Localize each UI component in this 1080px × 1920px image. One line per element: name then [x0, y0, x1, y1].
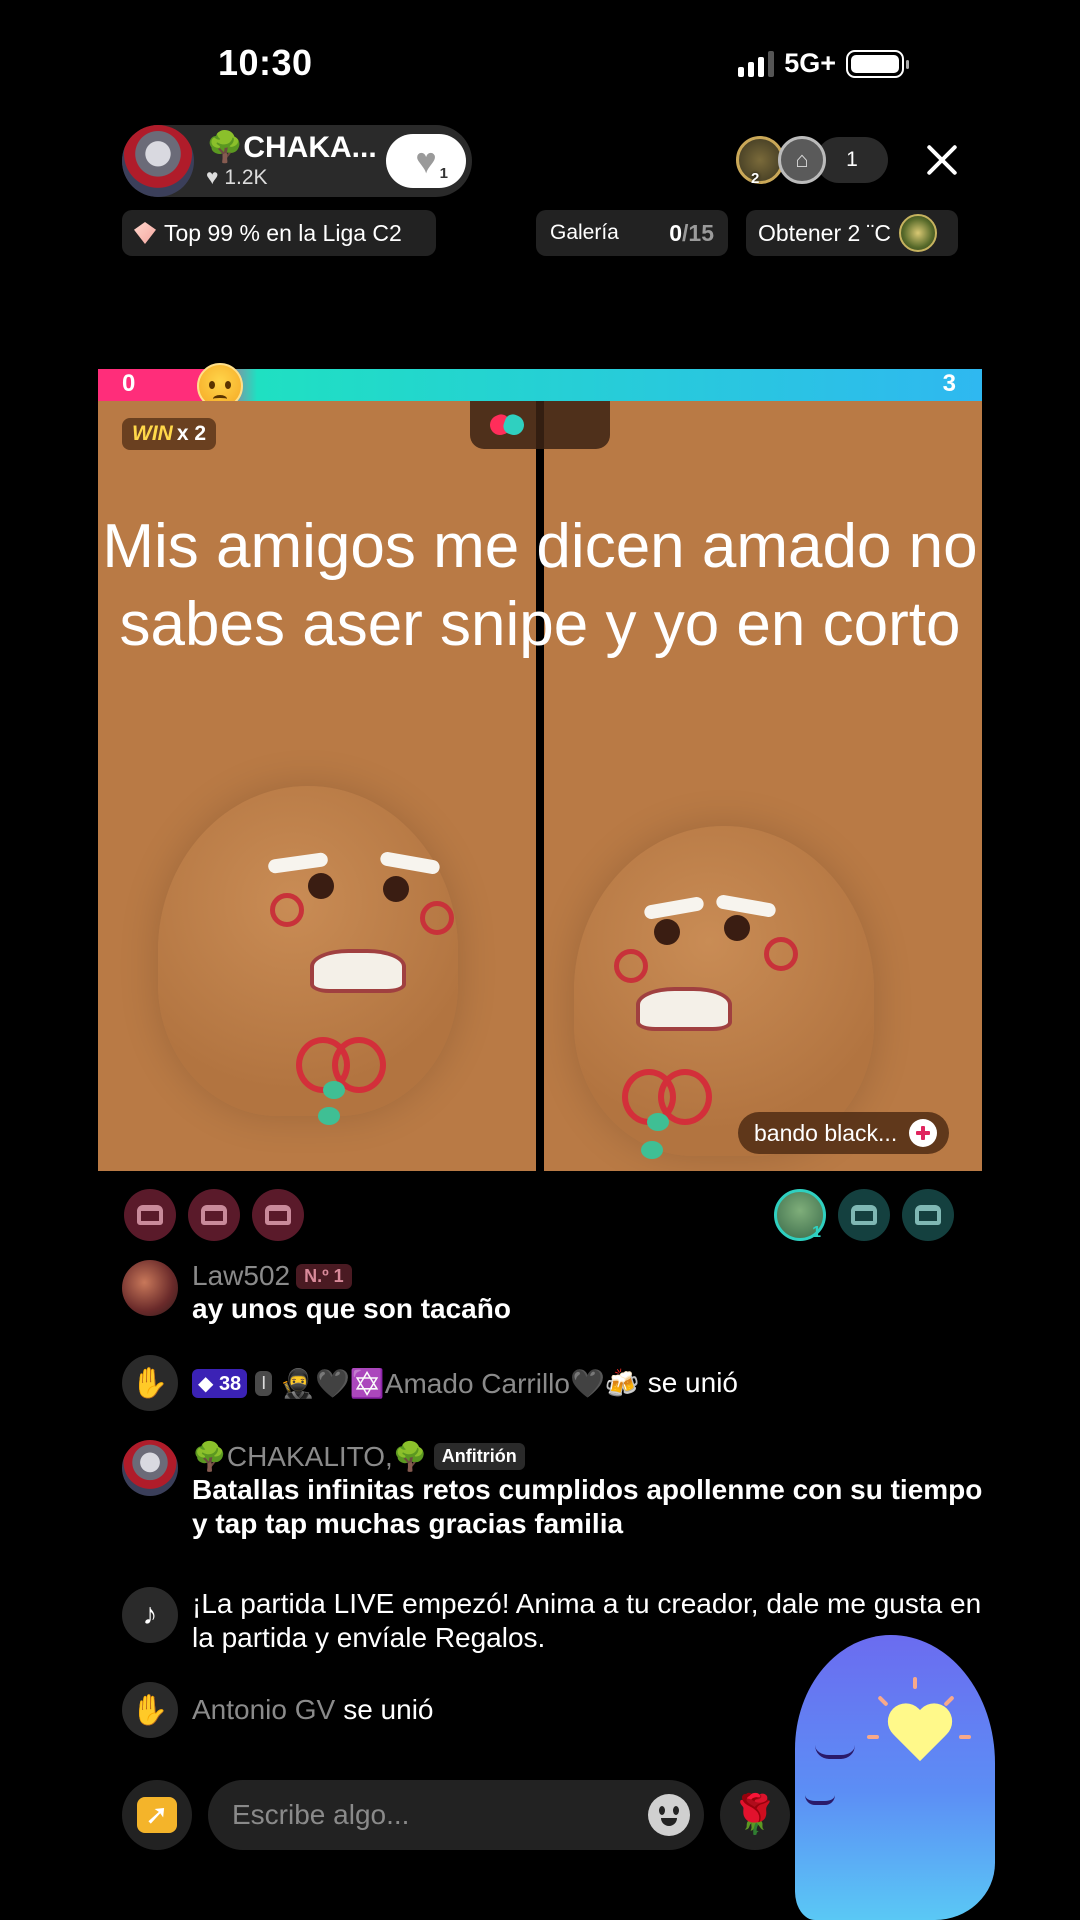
join-text: se unió	[647, 1367, 738, 1398]
video-caption: Mis amigos me dicen amado no sabes aser …	[102, 512, 978, 659]
tiktok-icon: ♪	[122, 1587, 178, 1643]
wave-icon: ✋	[122, 1355, 178, 1411]
emoji-icon[interactable]	[648, 1794, 690, 1836]
seat-right-guest-avatar[interactable]: 1	[774, 1189, 826, 1241]
seat-icon	[851, 1205, 877, 1225]
heart-icon	[885, 1705, 955, 1767]
guest-name-tag[interactable]: bando black...	[738, 1112, 950, 1154]
mindful-head-sticker	[785, 1635, 1000, 1920]
join-text: se unió	[343, 1694, 434, 1725]
chat-text: ay unos que son tacaño	[192, 1293, 511, 1324]
chat-message[interactable]: Law502 N.º 1 ay unos que son tacaño	[122, 1260, 511, 1326]
gallery-count: 0/15	[669, 219, 714, 246]
follow-count: 1	[439, 165, 448, 182]
win-label: WIN	[132, 422, 173, 445]
avatar[interactable]	[122, 1440, 178, 1496]
seat-icon	[137, 1205, 163, 1225]
status-time: 10:30	[218, 42, 313, 83]
battle-center-box[interactable]	[470, 401, 610, 449]
obtain-chip[interactable]: Obtener 2 ¨C	[746, 210, 958, 256]
viewer-avatar[interactable]: 2	[736, 136, 784, 187]
chat-username[interactable]: Antonio GV	[192, 1694, 335, 1726]
chat-username[interactable]: 🌳CHAKALITO,🌳	[192, 1440, 428, 1473]
status-indicators: 5G+	[738, 48, 909, 79]
heart-icon: ♥	[415, 140, 437, 181]
chat-username[interactable]: Law502	[192, 1260, 290, 1292]
shield-badge: I	[255, 1370, 273, 1396]
plus-icon[interactable]	[909, 1119, 938, 1147]
chat-username[interactable]: 🥷🖤✡️Amado Carrillo🖤🍻	[280, 1367, 640, 1400]
right-score: 3	[942, 370, 956, 397]
win-streak-badge: WIN x 2	[122, 418, 217, 450]
level-badge: ◆ 38	[192, 1368, 248, 1398]
seat-icon	[201, 1205, 227, 1225]
diamond-icon	[134, 222, 156, 244]
host-avatar[interactable]	[122, 125, 194, 197]
league-chip[interactable]: Top 99 % en la Liga C2	[122, 210, 436, 256]
close-icon[interactable]	[922, 140, 962, 180]
win-multiplier: x 2	[176, 422, 207, 445]
boxing-glove-icon	[490, 413, 524, 437]
host-likes-count: 1.2K	[224, 166, 268, 189]
follow-button[interactable]: ♥ 1	[386, 134, 466, 188]
comment-input[interactable]: Escribe algo...	[208, 1780, 704, 1850]
seat-icon	[265, 1205, 291, 1225]
chat-join-event[interactable]: ✋ Antonio GV se unió	[122, 1682, 434, 1738]
seat-left-2[interactable]	[188, 1189, 240, 1241]
seat-icon	[915, 1205, 941, 1225]
seat-right-2[interactable]	[838, 1189, 890, 1241]
share-button[interactable]	[122, 1780, 192, 1850]
comment-placeholder: Escribe algo...	[232, 1799, 410, 1830]
chat-join-event[interactable]: ✋ ◆ 38 I 🥷🖤✡️Amado Carrillo🖤🍻 se unió	[122, 1355, 738, 1411]
rose-gift-button[interactable]: 🌹	[720, 1780, 790, 1850]
league-text: Top 99 % en la Liga C2	[164, 219, 402, 246]
gallery-chip[interactable]: Galería 0/15	[536, 210, 728, 256]
viewer-count[interactable]: 1	[816, 137, 888, 183]
top-viewers[interactable]: 2 ⌂ 1	[736, 136, 888, 187]
heart-icon: ♥	[206, 166, 219, 189]
coin-icon	[898, 214, 937, 252]
signal-icon	[738, 50, 775, 77]
obtain-text: Obtener 2 ¨C	[758, 219, 891, 246]
wave-icon: ✋	[122, 1682, 178, 1738]
network-type: 5G+	[784, 48, 836, 78]
rose-icon: 🌹	[731, 1794, 779, 1836]
seat-right-3[interactable]	[902, 1189, 954, 1241]
gingerbread-figure	[574, 826, 874, 1156]
guest-name: bando black...	[754, 1119, 898, 1146]
host-badge: Anfitrión	[433, 1443, 525, 1470]
viewer-rank-badge: 2	[751, 170, 760, 187]
viewer-seat-icon[interactable]: ⌂	[778, 136, 826, 184]
seat-left-1[interactable]	[124, 1189, 176, 1241]
avatar[interactable]	[122, 1260, 178, 1316]
share-icon	[137, 1797, 177, 1833]
rank-badge: N.º 1	[296, 1263, 352, 1289]
left-score: 0	[122, 370, 136, 397]
host-likes: ♥ 1.2K	[206, 166, 268, 190]
chat-message[interactable]: 🌳CHAKALITO,🌳 Anfitrión Batallas infinita…	[122, 1440, 992, 1541]
seat-left-3[interactable]	[252, 1189, 304, 1241]
gallery-label: Galería	[550, 221, 619, 244]
seat-badge: 1	[812, 1224, 821, 1241]
battery-icon	[846, 49, 909, 78]
host-name[interactable]: 🌳CHAKA...	[206, 130, 377, 165]
chat-text: Batallas infinitas retos cumplidos apoll…	[192, 1474, 983, 1539]
